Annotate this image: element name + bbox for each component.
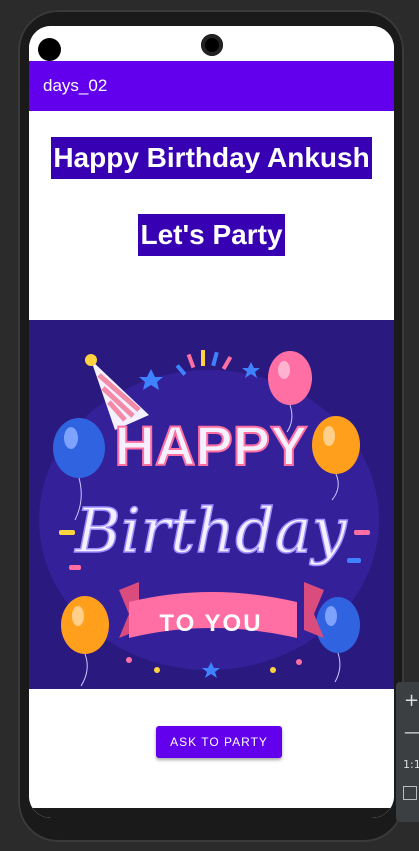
subheadline-text: Let's Party (138, 214, 285, 256)
fit-screen-icon[interactable] (403, 786, 417, 800)
navigation-bar (29, 808, 394, 818)
banner-title-birthday: Birthday (74, 494, 348, 567)
zoom-out-button[interactable]: — (404, 722, 419, 743)
app-bar: days_02 (29, 61, 394, 111)
banner-title-happy: HAPPY (115, 414, 308, 477)
zoom-in-button[interactable]: + (404, 690, 419, 711)
status-bar (29, 26, 394, 61)
front-camera-icon (201, 34, 223, 56)
ask-to-party-button[interactable]: ASK TO PARTY (156, 726, 282, 758)
device-screen: days_02 Happy Birthday Ankush Let's Part… (29, 26, 394, 818)
emulator-zoom-toolbar: + — 1:1 (396, 682, 419, 822)
main-content: Happy Birthday Ankush Let's Party HAPPY … (29, 111, 394, 818)
subheadline-container: Let's Party (29, 214, 394, 256)
banner-ribbon-text: TO YOU (159, 610, 262, 637)
headline-container: Happy Birthday Ankush (29, 137, 394, 179)
birthday-banner-image: HAPPY Birthday TO YOU (29, 320, 394, 689)
app-title: days_02 (43, 76, 108, 95)
camera-cutout-icon (38, 38, 61, 61)
headline-text: Happy Birthday Ankush (51, 137, 372, 179)
actual-size-button[interactable]: 1:1 (403, 758, 419, 771)
